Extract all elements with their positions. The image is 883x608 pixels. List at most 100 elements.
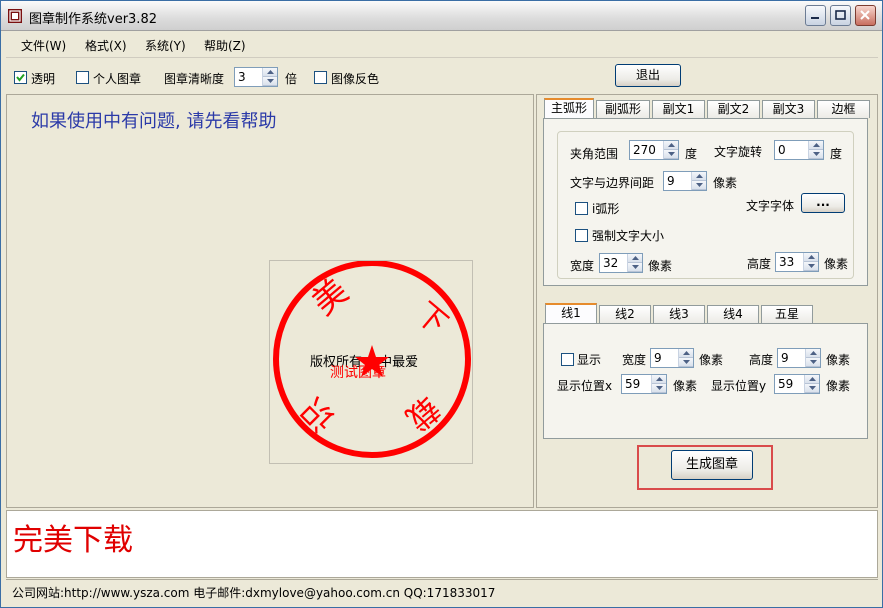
line-width-unit: 像素	[699, 353, 724, 367]
stamp-char-3: 识	[293, 390, 343, 440]
spin-up-icon[interactable]	[806, 349, 820, 358]
spin-up-icon[interactable]	[652, 375, 666, 384]
stamp-preview: 美 下 识 载 版权所有 生中最爱 测试图章	[269, 260, 473, 464]
spin-down-icon[interactable]	[692, 181, 706, 190]
maximize-button[interactable]	[830, 5, 851, 26]
spin-down-icon[interactable]	[805, 384, 819, 393]
spin-down-icon[interactable]	[809, 150, 823, 159]
spacing-stepper[interactable]: 9	[663, 171, 707, 191]
angle-label: 夹角范围	[570, 147, 619, 161]
minimize-button[interactable]	[805, 5, 826, 26]
clarity-label: 图章清晰度	[164, 72, 225, 86]
spin-up-icon[interactable]	[263, 68, 277, 77]
rotate-stepper[interactable]: 0	[774, 140, 824, 160]
tab-subtext-2[interactable]: 副文2	[707, 100, 760, 118]
tab-five-star[interactable]: 五星	[761, 305, 813, 323]
exit-button[interactable]: 退出	[615, 64, 681, 87]
spin-down-icon[interactable]	[679, 358, 693, 367]
angle-stepper[interactable]: 270	[629, 140, 679, 160]
tab-sub-arc[interactable]: 副弧形	[596, 100, 650, 118]
height-stepper[interactable]: 33	[775, 252, 819, 272]
status-bar: 公司网站:http://www.ysza.com 电子邮件:dxmylove@y…	[6, 579, 878, 603]
help-hint: 如果使用中有问题, 请先看帮助	[31, 111, 277, 132]
menu-file[interactable]: 文件(W)	[21, 37, 66, 54]
invert-checkbox[interactable]	[314, 71, 327, 84]
checkmark-icon	[16, 73, 25, 82]
tab-line-2[interactable]: 线2	[599, 305, 651, 323]
spin-up-icon[interactable]	[804, 253, 818, 262]
title-bar[interactable]: 图章制作系统ver3.82	[1, 1, 882, 31]
font-picker-button[interactable]: ...	[801, 193, 845, 213]
arc-checkbox[interactable]	[575, 202, 588, 215]
width-unit: 像素	[648, 259, 673, 273]
spin-up-icon[interactable]	[628, 254, 642, 263]
spin-down-icon[interactable]	[652, 384, 666, 393]
tab-subtext-1[interactable]: 副文1	[652, 100, 705, 118]
menu-help[interactable]: 帮助(Z)	[204, 37, 246, 54]
spin-down-icon[interactable]	[628, 263, 642, 272]
personal-stamp-checkbox[interactable]	[76, 71, 89, 84]
options-row: 透明 个人图章 图章清晰度 3 倍 图像反色 退出	[6, 57, 878, 91]
line-width-stepper[interactable]: 9	[650, 348, 694, 368]
tab-line-4[interactable]: 线4	[707, 305, 759, 323]
tab-line-1[interactable]: 线1	[545, 303, 597, 323]
close-button[interactable]	[855, 5, 876, 26]
spacing-unit: 像素	[713, 176, 738, 190]
window-title: 图章制作系统ver3.82	[29, 12, 157, 27]
force-size-checkbox[interactable]	[575, 229, 588, 242]
rotate-value: 0	[778, 143, 786, 157]
arc-tab-panel: 夹角范围 270 度 文字旋转 0 度 文字与边界间距 9 像素 i弧形 文字字…	[543, 118, 868, 286]
pos-y-stepper[interactable]: 59	[774, 374, 820, 394]
pos-y-unit: 像素	[826, 379, 851, 393]
menu-bar: 文件(W) 格式(X) 系统(Y) 帮助(Z)	[6, 33, 878, 55]
line-width-label: 宽度	[622, 353, 647, 367]
app-window: 图章制作系统ver3.82 文件(W) 格式(X) 系统(Y) 帮助(Z) 透明…	[0, 0, 883, 608]
spin-up-icon[interactable]	[664, 141, 678, 150]
rotate-unit: 度	[830, 147, 843, 161]
stamp-app-icon	[8, 9, 22, 23]
spacing-value: 9	[667, 174, 675, 188]
spin-down-icon[interactable]	[263, 77, 277, 86]
show-line-label: 显示	[577, 353, 602, 367]
pos-x-value: 59	[625, 377, 641, 391]
spin-down-icon[interactable]	[804, 262, 818, 271]
tab-border[interactable]: 边框	[817, 100, 870, 118]
tab-line-3[interactable]: 线3	[653, 305, 705, 323]
force-size-label: 强制文字大小	[592, 229, 665, 243]
font-label: 文字字体	[746, 199, 795, 213]
menu-format[interactable]: 格式(X)	[85, 37, 127, 54]
line-height-label: 高度	[749, 353, 774, 367]
tab-subtext-3[interactable]: 副文3	[762, 100, 815, 118]
width-label: 宽度	[570, 259, 595, 273]
height-label: 高度	[747, 257, 772, 271]
transparent-label: 透明	[31, 72, 56, 86]
spin-up-icon[interactable]	[805, 375, 819, 384]
pos-x-stepper[interactable]: 59	[621, 374, 667, 394]
width-value: 32	[603, 256, 619, 270]
status-text: 公司网站:http://www.ysza.com 电子邮件:dxmylove@y…	[12, 586, 496, 600]
close-icon	[860, 10, 870, 20]
spin-up-icon[interactable]	[692, 172, 706, 181]
brand-text: 完美下载	[13, 523, 133, 558]
stamp-canvas: 如果使用中有问题, 请先看帮助 美 下 识 载 版权所有 生中最爱 测试图章	[6, 94, 534, 508]
clarity-stepper[interactable]: 3	[234, 67, 278, 87]
width-stepper[interactable]: 32	[599, 253, 643, 273]
spin-up-icon[interactable]	[679, 349, 693, 358]
personal-stamp-label: 个人图章	[93, 72, 142, 86]
clarity-value: 3	[238, 70, 246, 84]
line-height-unit: 像素	[826, 353, 851, 367]
transparent-checkbox[interactable]	[14, 71, 27, 84]
output-text-area[interactable]: 完美下载	[6, 510, 878, 578]
height-unit: 像素	[824, 257, 849, 271]
menu-system[interactable]: 系统(Y)	[145, 37, 186, 54]
line-tab-panel: 显示 宽度 9 像素 高度 9 像素 显示位置x 59 像素 显示位置y 59 …	[543, 323, 868, 439]
show-line-checkbox[interactable]	[561, 353, 574, 366]
line-height-stepper[interactable]: 9	[777, 348, 821, 368]
spin-up-icon[interactable]	[809, 141, 823, 150]
tab-main-arc[interactable]: 主弧形	[544, 98, 594, 118]
spin-down-icon[interactable]	[806, 358, 820, 367]
generate-highlight-box	[637, 445, 773, 490]
stamp-image: 美 下 识 载 版权所有 生中最爱 测试图章	[273, 260, 471, 458]
spin-down-icon[interactable]	[664, 150, 678, 159]
arc-label: i弧形	[592, 202, 620, 216]
